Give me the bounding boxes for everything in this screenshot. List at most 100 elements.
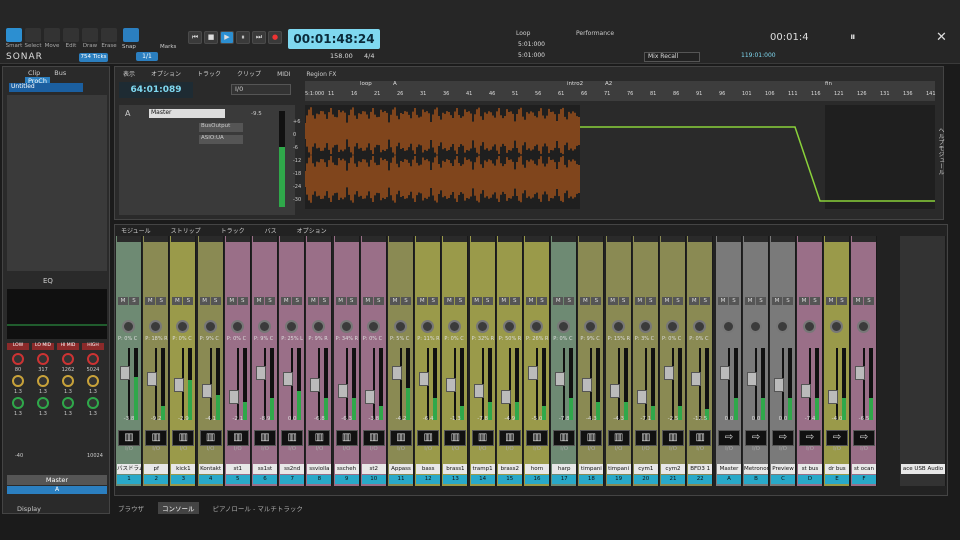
solo-button[interactable]: S: [210, 297, 221, 305]
pan-knob[interactable]: [394, 320, 407, 333]
strip-name[interactable]: harp: [552, 464, 577, 474]
mute-button[interactable]: M: [553, 297, 564, 305]
pan-knob[interactable]: [366, 320, 380, 333]
fader-track[interactable]: [836, 348, 838, 420]
solo-button[interactable]: S: [156, 297, 167, 305]
track-name-field[interactable]: Master: [149, 109, 225, 118]
mute-solo[interactable]: MS: [553, 296, 575, 305]
snap-ticks[interactable]: 754 Ticks: [79, 53, 108, 62]
mute-button[interactable]: M: [199, 297, 210, 305]
marker[interactable]: loop: [360, 81, 372, 87]
strip-name[interactable]: timpani: [606, 464, 631, 474]
fader-cap[interactable]: [283, 372, 294, 386]
strip-name[interactable]: st2: [361, 464, 386, 474]
snap-button[interactable]: [123, 28, 139, 42]
mute-button[interactable]: M: [444, 297, 455, 305]
tool-edit[interactable]: [63, 28, 79, 42]
clip-area[interactable]: [305, 105, 935, 209]
eq-graph[interactable]: [7, 289, 107, 339]
solo-button[interactable]: S: [756, 297, 766, 305]
mute-button[interactable]: M: [580, 297, 591, 305]
fader-cap[interactable]: [120, 366, 130, 380]
record-button[interactable]: ●: [268, 31, 282, 44]
solo-button[interactable]: S: [237, 297, 248, 305]
fader-track[interactable]: [372, 348, 375, 420]
mute-button[interactable]: M: [172, 297, 183, 305]
pan-knob[interactable]: [421, 320, 435, 333]
pan-knob[interactable]: [502, 320, 516, 333]
mix-recall-select[interactable]: Mix Recall: [644, 52, 700, 62]
solo-button[interactable]: S: [346, 297, 357, 305]
track-menu-item[interactable]: MIDI: [277, 71, 290, 78]
mute-solo[interactable]: MS: [689, 296, 711, 305]
fader-cap[interactable]: [774, 378, 784, 392]
fader-track[interactable]: [236, 348, 239, 420]
mute-button[interactable]: M: [662, 297, 672, 305]
solo-button[interactable]: S: [864, 297, 874, 305]
mute-solo[interactable]: MS: [226, 296, 249, 305]
strip-name[interactable]: brass1: [443, 464, 468, 474]
strip-name[interactable]: kick1: [171, 464, 196, 474]
eq-q-knob[interactable]: [62, 397, 74, 409]
tool-move[interactable]: [44, 28, 60, 42]
solo-button[interactable]: S: [700, 297, 711, 305]
solo-button[interactable]: S: [482, 297, 493, 305]
fader-cap[interactable]: [174, 378, 185, 392]
console-menu-item[interactable]: バス: [265, 226, 277, 235]
strip-name[interactable]: st1: [225, 464, 250, 474]
mute-button[interactable]: M: [718, 297, 728, 305]
fader-cap[interactable]: [555, 372, 566, 386]
mute-solo[interactable]: MS: [444, 296, 466, 305]
solo-button[interactable]: S: [837, 297, 847, 305]
mute-button[interactable]: M: [826, 297, 836, 305]
mute-button[interactable]: M: [417, 297, 428, 305]
tool-draw[interactable]: [82, 28, 98, 42]
pan-knob[interactable]: [584, 320, 598, 333]
fader-cap[interactable]: [582, 378, 593, 392]
strip-name[interactable]: timpani: [579, 464, 604, 474]
pan-knob[interactable]: [122, 320, 135, 333]
mute-solo[interactable]: MS: [662, 296, 684, 305]
stop-button[interactable]: ■: [204, 31, 218, 44]
track-menu-item[interactable]: トラック: [197, 69, 221, 78]
pan-knob[interactable]: [176, 320, 190, 333]
eq-gain-knob[interactable]: [87, 375, 99, 387]
tool-smart[interactable]: [6, 28, 22, 42]
pan-knob[interactable]: [830, 320, 843, 333]
mute-solo[interactable]: MS: [362, 296, 385, 305]
solo-button[interactable]: S: [373, 297, 384, 305]
solo-button[interactable]: S: [292, 297, 303, 305]
fader-track[interactable]: [128, 348, 130, 420]
fader-cap[interactable]: [256, 366, 266, 380]
pan-knob[interactable]: [230, 320, 244, 333]
strip-name[interactable]: Appass: [389, 464, 413, 474]
pan-knob[interactable]: [803, 320, 816, 333]
waveform[interactable]: [305, 105, 935, 209]
bottom-tab[interactable]: ピアノロール - マルチトラック: [209, 502, 307, 514]
solo-button[interactable]: S: [428, 297, 439, 305]
mute-solo[interactable]: MS: [308, 296, 330, 305]
mute-button[interactable]: M: [853, 297, 863, 305]
mute-button[interactable]: M: [634, 297, 645, 305]
mute-solo[interactable]: MS: [580, 296, 602, 305]
fader-cap[interactable]: [828, 390, 838, 404]
strip-name[interactable]: BFD3 1: [688, 464, 713, 474]
mute-solo[interactable]: MS: [745, 296, 767, 305]
strip-name[interactable]: st bus: [798, 464, 822, 474]
mute-button[interactable]: M: [145, 297, 156, 305]
fader-cap[interactable]: [337, 384, 348, 398]
pause-icon[interactable]: ⏸: [850, 30, 856, 44]
pan-knob[interactable]: [312, 320, 326, 333]
strip-name[interactable]: st ocan: [852, 464, 876, 474]
console-menu-item[interactable]: モジュール: [121, 226, 151, 235]
pan-knob[interactable]: [693, 320, 707, 333]
eq-q-knob[interactable]: [37, 397, 49, 409]
pan-knob[interactable]: [448, 320, 462, 333]
strip-name[interactable]: pf: [144, 464, 169, 474]
mute-solo[interactable]: MS: [526, 296, 548, 305]
pan-knob[interactable]: [857, 320, 870, 333]
fader-track[interactable]: [508, 348, 511, 420]
mute-button[interactable]: M: [689, 297, 700, 305]
mute-solo[interactable]: MS: [254, 296, 276, 305]
mute-button[interactable]: M: [498, 297, 509, 305]
